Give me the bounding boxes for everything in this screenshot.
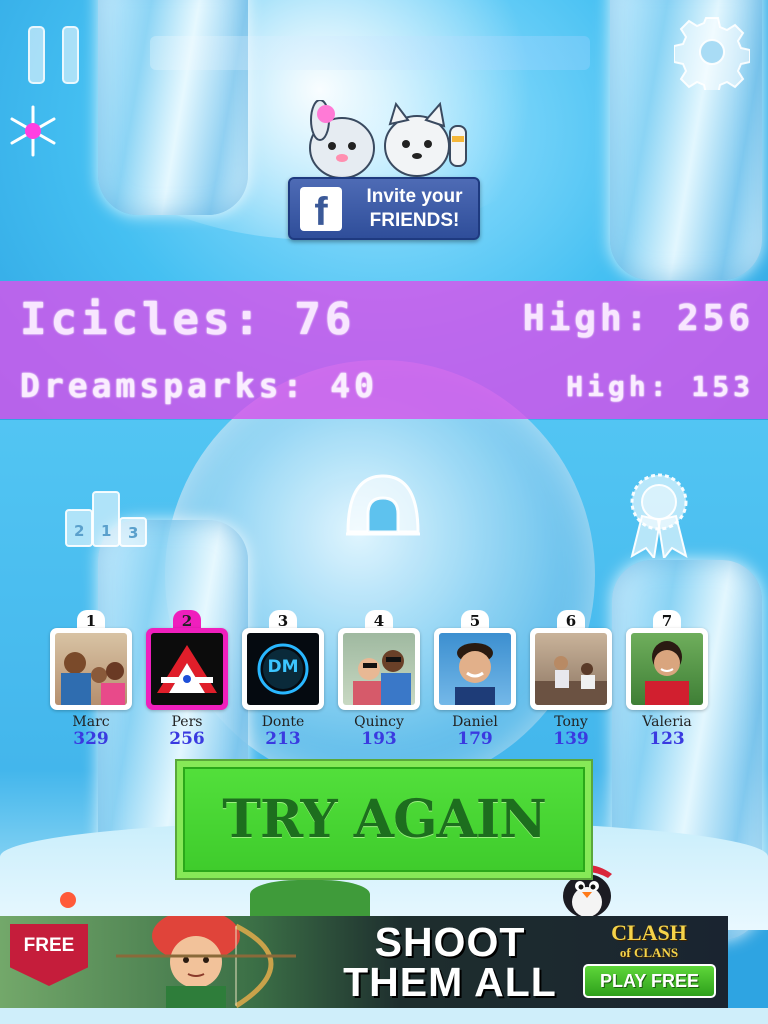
avatar: DM [247, 633, 319, 705]
avatar-frame [434, 628, 516, 710]
dreamsparks-high-score: High: 153 [566, 370, 754, 403]
avatar-frame [338, 628, 420, 710]
podium-place-1: 1 [101, 522, 112, 540]
avatar [631, 633, 703, 705]
try-again-label: TRY AGAIN [222, 789, 546, 850]
friend-score: 213 [265, 729, 301, 749]
bush-decoration [250, 880, 370, 916]
icicles-high-score: High: 256 [522, 298, 754, 339]
invite-label-line2: FRIENDS! [369, 210, 460, 231]
rank-badge: 1 [77, 610, 105, 630]
friend-name: Valeria [642, 714, 692, 730]
friend-score: 139 [553, 729, 589, 749]
avatar [439, 633, 511, 705]
ad-play-free-button[interactable]: PLAY FREE [583, 964, 716, 998]
rank-badge: 3 [269, 610, 297, 630]
avatar-monogram: DM [267, 657, 299, 677]
avatar [343, 633, 415, 705]
friend-name: Donte [261, 714, 305, 730]
friend-score: 193 [361, 729, 397, 749]
rank-badge: 5 [461, 610, 489, 630]
icicles-score: Icicles: 76 [20, 294, 356, 345]
leaderboard-entry[interactable]: 3 DM Donte 213 [242, 610, 324, 750]
clash-of-clans-logo: CLASH of CLANS [582, 922, 716, 962]
friend-name: Pers [171, 714, 203, 730]
rank-badge: 4 [365, 610, 393, 630]
gear-icon[interactable] [674, 14, 750, 90]
bottom-strip [0, 1008, 768, 1024]
friend-name: Daniel [452, 714, 498, 730]
leaderboard-entry-player[interactable]: 2 Pers 256 [146, 610, 228, 750]
leaderboard-entry[interactable]: 4 Quincy 193 [338, 610, 420, 750]
ribbon-icon[interactable] [628, 472, 690, 558]
rank-badge: 6 [557, 610, 585, 630]
try-again-button[interactable]: TRY AGAIN [175, 759, 593, 880]
rank-badge: 7 [653, 610, 681, 630]
friend-score: 179 [457, 729, 493, 749]
progress-bar [150, 36, 590, 70]
archer-illustration [116, 916, 296, 1008]
avatar-frame [50, 628, 132, 710]
flower-decoration [60, 892, 76, 908]
avatar-frame [146, 628, 228, 710]
ad-free-badge: FREE [10, 924, 88, 986]
leaderboard-button[interactable]: 2 1 3 [64, 488, 148, 548]
ad-headline-line2: THEM ALL [343, 959, 557, 1005]
friend-score: 123 [649, 729, 685, 749]
ad-headline-line1: SHOOT [374, 919, 526, 965]
ice-pillar-top-left [98, 0, 248, 215]
invite-label-line1: Invite your [366, 186, 463, 207]
leaderboard-entry[interactable]: 7 Valeria 123 [626, 610, 708, 750]
friend-score: 329 [73, 729, 109, 749]
leaderboard-entry[interactable]: 6 Tony 139 [530, 610, 612, 750]
avatar-frame [626, 628, 708, 710]
ad-brand-line1: CLASH [611, 920, 687, 945]
avatar [55, 633, 127, 705]
mascots-illustration [309, 100, 467, 179]
ad-headline: SHOOT THEM ALL [340, 919, 560, 1005]
friend-score: 256 [169, 729, 205, 749]
invite-label: Invite your FRIENDS! [352, 185, 477, 233]
pause-icon [28, 26, 45, 84]
try-again-face: TRY AGAIN [183, 767, 585, 872]
avatar-frame [530, 628, 612, 710]
pause-button[interactable] [28, 26, 80, 84]
avatar [535, 633, 607, 705]
snowflake-icon [10, 105, 56, 157]
avatar [151, 633, 223, 705]
leaderboard-entry[interactable]: 5 Daniel 179 [434, 610, 516, 750]
friends-leaderboard: 1 Marc 329 2 Pers 256 3 DM Donte 213 4 Q… [50, 610, 720, 750]
avatar-frame: DM [242, 628, 324, 710]
rank-badge: 2 [173, 610, 201, 630]
podium-place-2: 2 [74, 522, 85, 540]
friend-name: Quincy [354, 714, 404, 730]
dreamsparks-score: Dreamsparks: 40 [20, 366, 379, 405]
ad-brand-line2: of CLANS [619, 945, 679, 960]
friend-name: Tony [554, 714, 588, 730]
podium-place-3: 3 [128, 524, 139, 542]
invite-friends-button[interactable]: f Invite your FRIENDS! [288, 177, 480, 240]
friend-name: Marc [72, 714, 110, 730]
igloo-icon[interactable] [342, 470, 424, 550]
leaderboard-entry[interactable]: 1 Marc 329 [50, 610, 132, 750]
facebook-icon: f [300, 187, 342, 231]
